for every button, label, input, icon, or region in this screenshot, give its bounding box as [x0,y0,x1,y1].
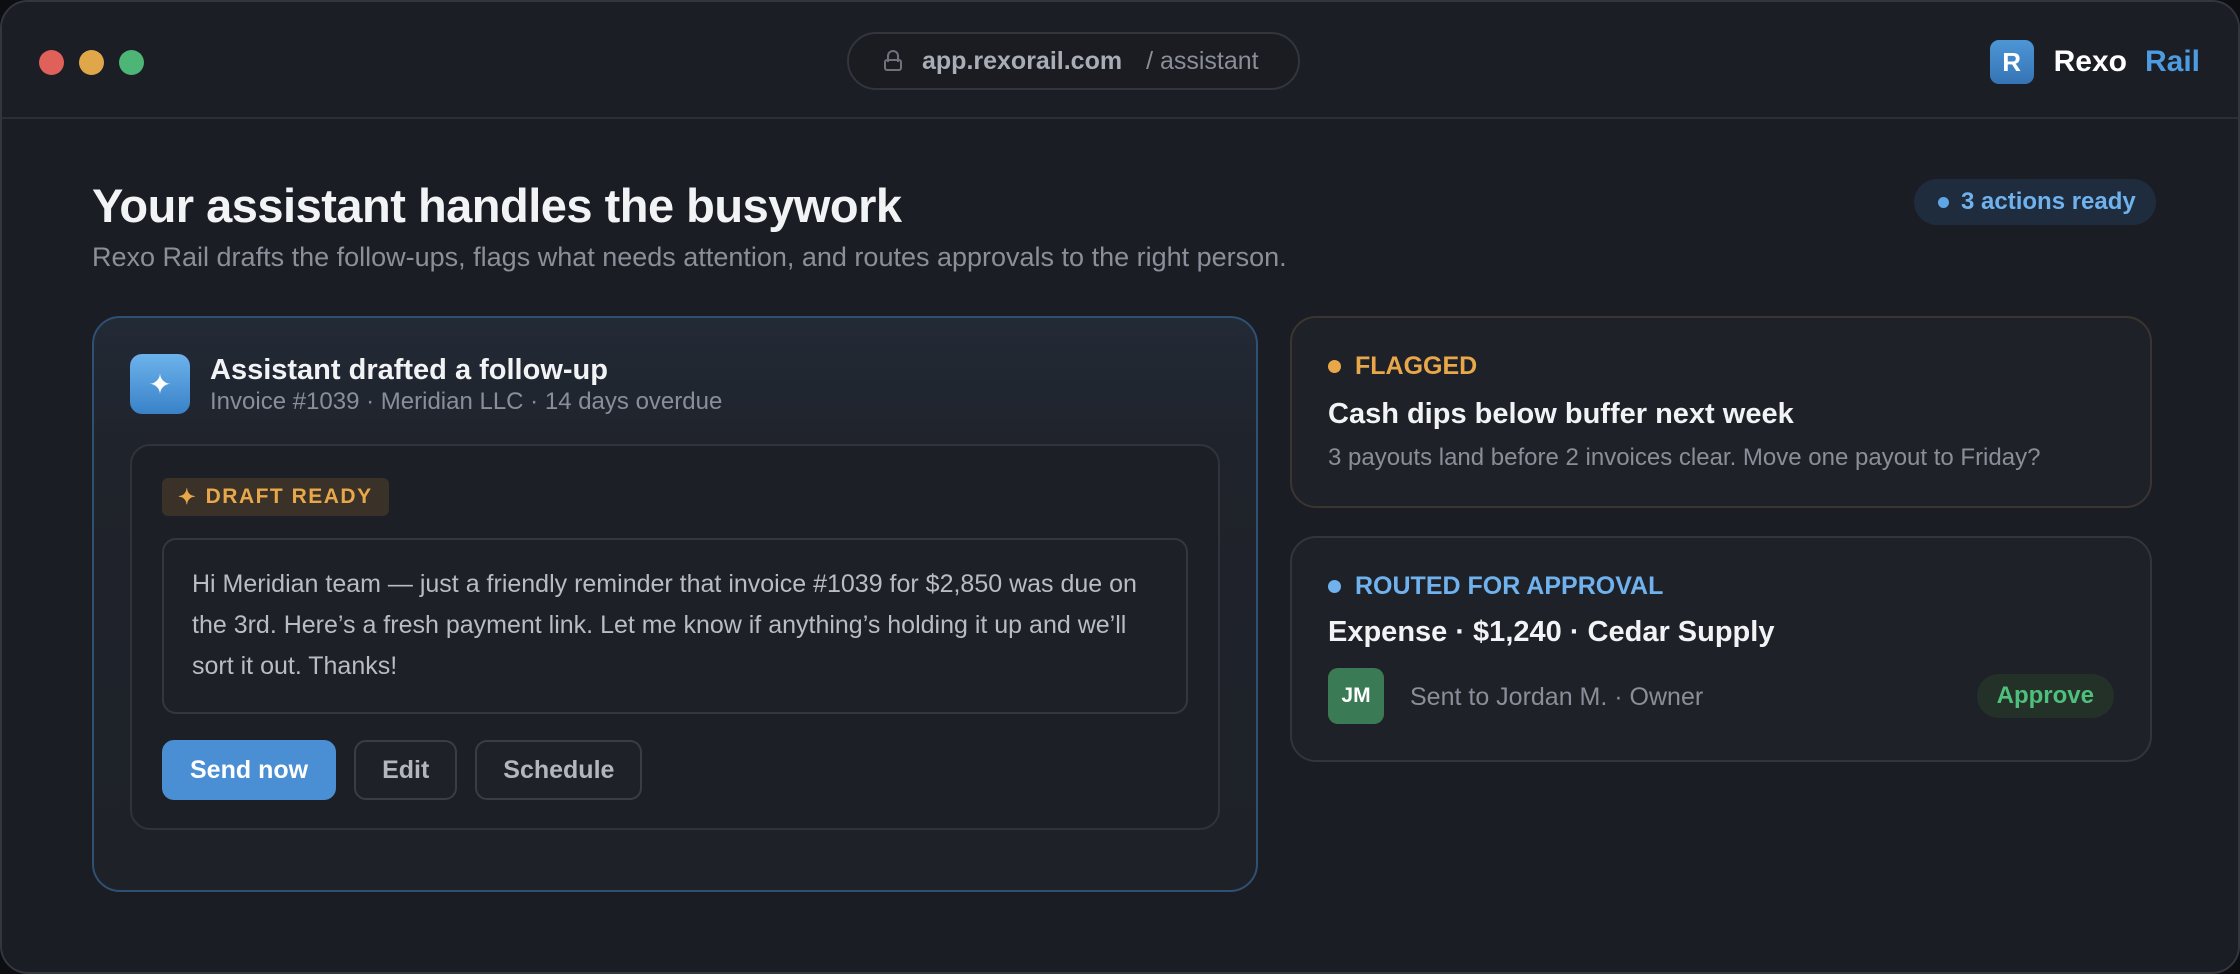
flagged-description: 3 payouts land before 2 invoices clear. … [1328,444,2041,471]
draft-card-title: Assistant drafted a follow-up [210,354,608,386]
draft-message[interactable]: Hi Meridian team — just a friendly remin… [162,538,1188,714]
page-title: Your assistant handles the busywork [92,179,902,232]
minimize-window-button[interactable] [79,50,104,75]
draft-ready-label: DRAFT READY [205,485,373,508]
star-icon: ✦ [178,485,196,509]
close-window-button[interactable] [39,50,64,75]
assistant-draft-card: ✦ Assistant drafted a follow-up Invoice … [92,316,1258,892]
status-label: FLAGGED [1355,352,1478,380]
address-bar[interactable]: app.rexorail.com / assistant [847,32,1300,90]
approve-button[interactable]: Approve [1976,674,2114,718]
sparkle-icon: ✦ [130,354,190,414]
flagged-title: Cash dips below buffer next week [1328,398,1794,430]
approval-status: ROUTED FOR APPROVAL [1328,572,1663,601]
brand-name-accent: Rail [2144,45,2200,78]
url-host: app.rexorail.com [922,46,1123,75]
actions-ready-label: 3 actions ready [1961,188,2136,215]
lock-icon [883,50,903,72]
draft-actions: Send now Edit Schedule [162,740,643,800]
flagged-status: FLAGGED [1328,352,1477,381]
brand-name: Rexo [2053,45,2127,78]
status-dot-icon [1938,196,1949,208]
schedule-button[interactable]: Schedule [475,740,643,800]
approval-title: Expense · $1,240 · Cedar Supply [1328,616,1775,648]
brand-logo: R [1989,40,2034,84]
approval-card[interactable]: ROUTED FOR APPROVAL Expense · $1,240 · C… [1290,536,2152,762]
url-path: / assistant [1146,46,1259,75]
status-label: ROUTED FOR APPROVAL [1355,572,1664,600]
avatar: JM [1328,668,1384,724]
status-dot-icon [1328,360,1341,373]
draft-card-meta: Invoice #1039 · Meridian LLC · 14 days o… [210,388,723,415]
status-dot-icon [1328,580,1341,593]
send-now-button[interactable]: Send now [162,740,337,800]
actions-ready-badge[interactable]: 3 actions ready [1914,179,2156,225]
app-window: app.rexorail.com / assistant R Rexo Rail… [0,0,2240,974]
draft-panel: ✦ DRAFT READY Hi Meridian team — just a … [130,444,1220,830]
maximize-window-button[interactable] [119,50,144,75]
title-bar: app.rexorail.com / assistant R Rexo Rail [2,2,2238,119]
flagged-card[interactable]: FLAGGED Cash dips below buffer next week… [1290,316,2152,508]
draft-ready-badge: ✦ DRAFT READY [162,478,389,516]
page-subtitle: Rexo Rail drafts the follow-ups, flags w… [92,242,1287,272]
edit-button[interactable]: Edit [354,740,458,800]
approval-recipient: Sent to Jordan M. · Owner [1410,683,1704,711]
brand: R Rexo Rail [1989,40,2200,84]
window-controls [39,50,144,75]
